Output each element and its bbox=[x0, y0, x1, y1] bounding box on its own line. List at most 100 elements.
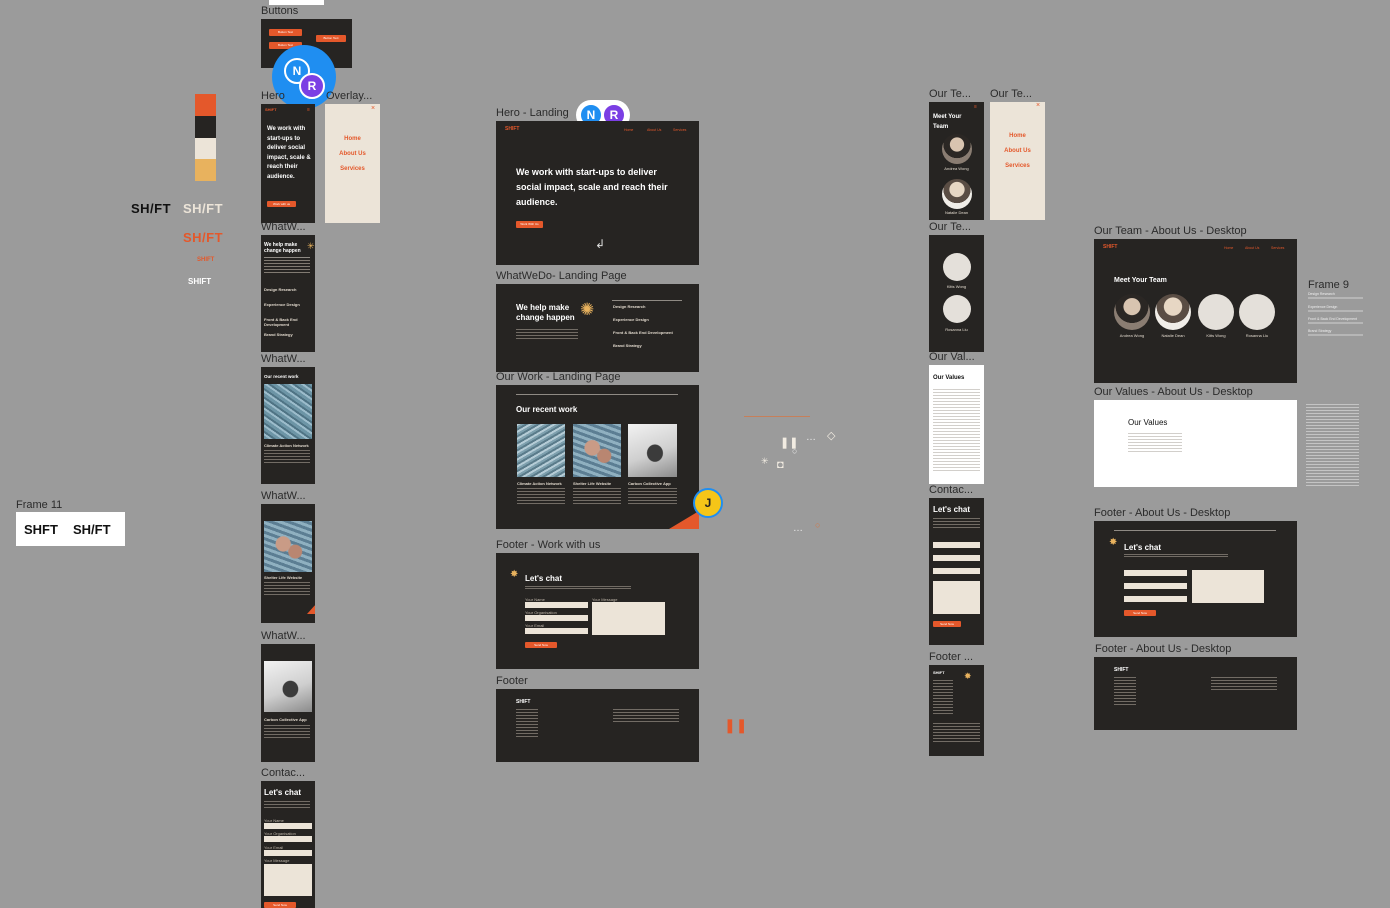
contact-mobile-frame[interactable]: Let's chat Your Name Your Organisation Y… bbox=[261, 781, 315, 908]
frame-label-whatwedo-m1[interactable]: WhatW... bbox=[261, 221, 306, 233]
frame-label-whatwedo-m4[interactable]: WhatW... bbox=[261, 630, 306, 642]
collaborator-avatar-j[interactable]: J bbox=[693, 488, 723, 518]
work-photo-hands[interactable] bbox=[264, 521, 312, 572]
close-icon[interactable]: × bbox=[371, 105, 375, 112]
footer-about-email-input[interactable] bbox=[1124, 596, 1187, 602]
frame-label-footer-work[interactable]: Footer - Work with us bbox=[496, 539, 600, 551]
button-sample-2[interactable]: Button Text bbox=[316, 35, 346, 42]
frame-label-footer[interactable]: Footer bbox=[496, 675, 528, 687]
menu-icon-2[interactable]: ≡ bbox=[974, 104, 977, 110]
overlay-menu-frame[interactable]: × Home About Us Services bbox=[325, 104, 380, 223]
ourwork-mobile-frame-3[interactable]: Carbon Collective App bbox=[261, 644, 315, 762]
ourteam-mobile-frame[interactable]: ≡ Meet Your Team Andrea Wong Natalie Dea… bbox=[929, 102, 984, 220]
overlay-about-link[interactable]: About Us bbox=[325, 151, 380, 157]
work-landing-photo-2[interactable] bbox=[573, 424, 621, 477]
contact-mobile-org-input[interactable] bbox=[264, 836, 312, 842]
contact-mobile-email-input-2[interactable] bbox=[933, 568, 980, 574]
frame-label-whatwedo-m2[interactable]: WhatW... bbox=[261, 353, 306, 365]
footer-about-message-input[interactable] bbox=[1192, 570, 1264, 603]
footer-work-message-input[interactable] bbox=[592, 602, 665, 635]
frame-label-hero-landing[interactable]: Hero - Landing bbox=[496, 107, 569, 119]
overlay-services-link-2[interactable]: Services bbox=[990, 163, 1045, 169]
footer-about-frame-1[interactable]: ✸ Let's chat Send Now bbox=[1094, 521, 1297, 637]
frame-label-ourteam-m3[interactable]: Our Te... bbox=[929, 221, 971, 233]
ourteam-desktop-nav-services[interactable]: Services bbox=[1271, 246, 1284, 250]
contact-mobile-org-input-2[interactable] bbox=[933, 555, 980, 561]
frame-label-ourteam-m1[interactable]: Our Te... bbox=[929, 88, 971, 100]
overlay-services-link[interactable]: Services bbox=[325, 166, 380, 172]
contact-mobile-email-input[interactable] bbox=[264, 850, 312, 856]
swatch-dark[interactable] bbox=[195, 116, 216, 138]
hero-landing-nav-home[interactable]: Home bbox=[624, 128, 633, 132]
footer-frame[interactable]: SHIFT bbox=[496, 689, 699, 762]
overlay-about-link-2[interactable]: About Us bbox=[990, 148, 1045, 154]
frame-label-ourteam-m2[interactable]: Our Te... bbox=[990, 88, 1032, 100]
frame-label-ourteam-desktop[interactable]: Our Team - About Us - Desktop bbox=[1094, 225, 1247, 237]
footer-work-frame[interactable]: ✸ Let's chat Your Name Your Organisation… bbox=[496, 553, 699, 669]
whatwedo-mobile-frame[interactable]: We help make change happen ✳ Design Rese… bbox=[261, 235, 315, 352]
frame-label-footer-about2[interactable]: Footer - About Us - Desktop bbox=[1095, 643, 1231, 655]
hero-mobile-frame[interactable]: SHIFT ≡ We work with start-ups to delive… bbox=[261, 104, 315, 223]
contact-mobile-message-input[interactable] bbox=[264, 864, 312, 896]
ourteam-desktop-nav-about[interactable]: About Us bbox=[1245, 246, 1259, 250]
swatch-cream[interactable] bbox=[195, 138, 216, 160]
contact-mobile-name-input[interactable] bbox=[264, 823, 312, 829]
frame-label-buttons[interactable]: Buttons bbox=[261, 5, 298, 17]
overlay-menu-frame-2[interactable]: × Home About Us Services bbox=[990, 102, 1045, 220]
frame-label-frame9[interactable]: Frame 9 bbox=[1308, 279, 1349, 291]
contact-mobile-name-input-2[interactable] bbox=[933, 542, 980, 548]
hero-landing-nav-services[interactable]: Services bbox=[673, 128, 686, 132]
frame-label-overlay[interactable]: Overlay... bbox=[326, 90, 372, 102]
work-photo-phone[interactable] bbox=[264, 661, 312, 712]
frame-label-contact-m[interactable]: Contac... bbox=[261, 767, 305, 779]
work-photo-denim[interactable] bbox=[264, 384, 312, 439]
frame11[interactable]: SHFT SH/FT bbox=[16, 512, 125, 546]
footer-about-frame-2[interactable]: SHIFT bbox=[1094, 657, 1297, 730]
frame-label-ourwork-landing[interactable]: Our Work - Landing Page bbox=[496, 371, 621, 383]
hero-landing-nav-about[interactable]: About Us bbox=[647, 128, 661, 132]
work-landing-photo-1[interactable] bbox=[517, 424, 565, 477]
hero-landing-cta[interactable]: Work With Us bbox=[516, 221, 543, 228]
work-landing-photo-3[interactable] bbox=[628, 424, 677, 477]
overlay-home-link-2[interactable]: Home bbox=[990, 133, 1045, 139]
frame-label-hero-mobile[interactable]: Hero bbox=[261, 90, 285, 102]
hero-landing-frame[interactable]: SHIFT Home About Us Services We work wit… bbox=[496, 121, 699, 265]
contact-mobile-frame-2[interactable]: Let's chat Send Now bbox=[929, 498, 984, 645]
swatch-orange[interactable] bbox=[195, 94, 216, 116]
hero-mobile-cta[interactable]: Work with us bbox=[267, 201, 296, 207]
footer-work-org-input[interactable] bbox=[525, 615, 588, 621]
menu-icon[interactable]: ≡ bbox=[307, 107, 310, 113]
frame-label-ourvalues-desktop[interactable]: Our Values - About Us - Desktop bbox=[1094, 386, 1253, 398]
frame-label-footer-about1[interactable]: Footer - About Us - Desktop bbox=[1094, 507, 1230, 519]
frame-label-contact-m2[interactable]: Contac... bbox=[929, 484, 973, 496]
footer-about-name-input[interactable] bbox=[1124, 570, 1187, 576]
frame-label-ourvalues-m[interactable]: Our Val... bbox=[929, 351, 975, 363]
ourwork-mobile-frame-1[interactable]: Our recent work Climate Action Network bbox=[261, 367, 315, 484]
footer-work-name-input[interactable] bbox=[525, 602, 588, 608]
frame-label-frame11[interactable]: Frame 11 bbox=[16, 499, 62, 511]
footer-mobile-frame[interactable]: SHIFT ✸ bbox=[929, 665, 984, 756]
ourwork-landing-frame[interactable]: Our recent work Climate Action Network S… bbox=[496, 385, 699, 529]
footer-about-send-button[interactable]: Send Now bbox=[1124, 610, 1156, 616]
whatwedo-landing-frame[interactable]: We help make change happen ✺ Design Rese… bbox=[496, 284, 699, 372]
footer-work-send-button[interactable]: Send Now bbox=[525, 642, 557, 648]
overlay-home-link[interactable]: Home bbox=[325, 136, 380, 142]
frame-label-whatwedo-m3[interactable]: WhatW... bbox=[261, 490, 306, 502]
ourteam-mobile-frame-2[interactable]: Kitts Wong Rosanna Liu bbox=[929, 235, 984, 352]
collaborator-avatar-r[interactable]: R bbox=[299, 73, 325, 99]
swatch-gold[interactable] bbox=[195, 159, 216, 181]
contact-mobile-message-input-2[interactable] bbox=[933, 581, 980, 614]
button-sample-1[interactable]: Button Text bbox=[269, 29, 302, 36]
close-icon-2[interactable]: × bbox=[1036, 102, 1040, 109]
frame-label-footer-m[interactable]: Footer ... bbox=[929, 651, 973, 663]
ourwork-mobile-frame-2[interactable]: Shelter Life Website bbox=[261, 504, 315, 623]
contact-mobile-send-button[interactable]: Send Now bbox=[264, 902, 296, 908]
frame-label-whatwedo-landing[interactable]: WhatWeDo- Landing Page bbox=[496, 270, 627, 282]
ourvalues-desktop-frame[interactable]: Our Values bbox=[1094, 400, 1297, 487]
footer-work-email-input[interactable] bbox=[525, 628, 588, 634]
ourteam-desktop-frame[interactable]: SHIFT Home About Us Services Meet Your T… bbox=[1094, 239, 1297, 383]
ourvalues-mobile-frame[interactable]: Our Values bbox=[929, 365, 984, 484]
footer-about-org-input[interactable] bbox=[1124, 583, 1187, 589]
contact-mobile-send-button-2[interactable]: Send Now bbox=[933, 621, 961, 627]
ourteam-desktop-nav-home[interactable]: Home bbox=[1224, 246, 1233, 250]
